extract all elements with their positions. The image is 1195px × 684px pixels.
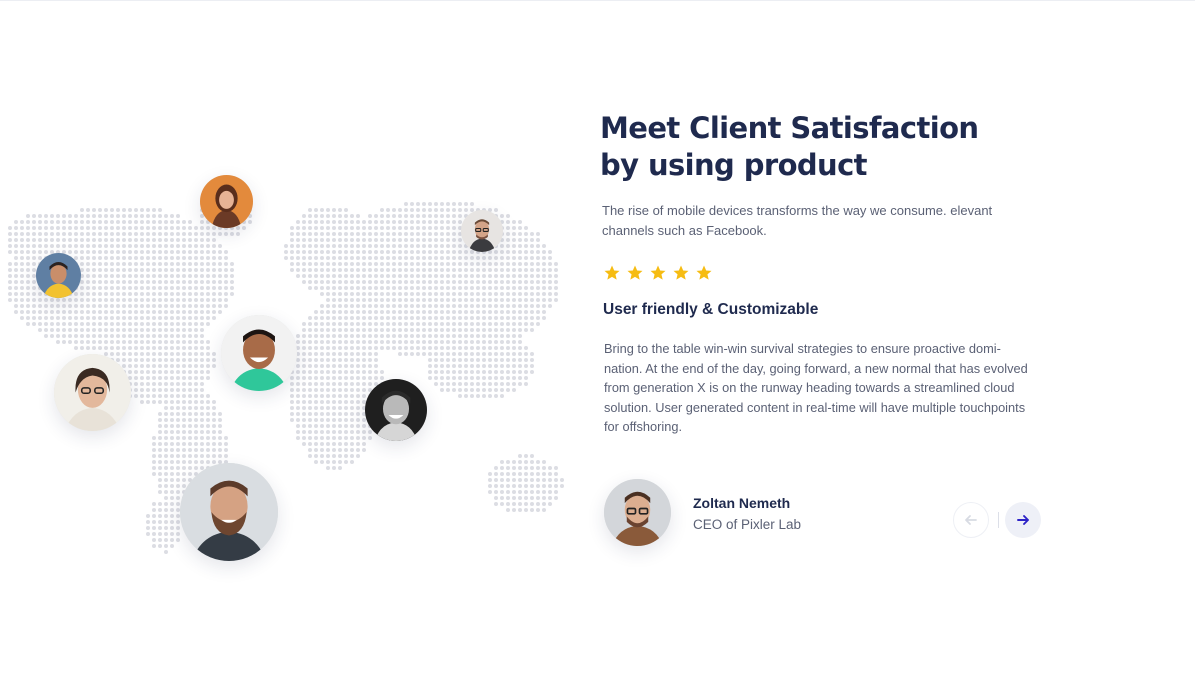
client-avatar-1 (200, 175, 253, 228)
arrow-left-icon (965, 515, 977, 525)
arrow-right-icon (1017, 515, 1029, 525)
top-divider (0, 0, 1195, 1)
star-icon (673, 265, 689, 280)
client-avatar-2 (461, 210, 503, 252)
client-avatar-6 (365, 379, 427, 441)
next-button[interactable] (1005, 502, 1041, 538)
star-icon (696, 265, 712, 280)
heading-line-2: by using product (600, 148, 868, 182)
heading-line-1: Meet Client Satisfaction (600, 111, 979, 145)
star-rating (603, 264, 713, 282)
author-avatar (604, 479, 671, 546)
prev-button[interactable] (953, 502, 989, 538)
review-title: User friendly & Customizable (603, 301, 819, 318)
star-icon (627, 265, 643, 280)
client-avatar-5 (54, 354, 131, 431)
client-avatar-7 (180, 463, 278, 561)
author-name: Zoltan Nemeth (693, 495, 791, 511)
star-icon (604, 265, 620, 280)
author-role: CEO of Pixler Lab (693, 517, 802, 532)
intro-text: The rise of mobile devices transforms th… (602, 203, 993, 238)
client-avatar-4 (221, 315, 297, 391)
star-icon (650, 265, 666, 280)
client-avatar-3 (36, 253, 81, 298)
nav-divider (998, 512, 999, 528)
review-body: Bring to the table win-win survival stra… (604, 341, 1028, 434)
section-heading: Meet Client Satisfaction by using produc… (600, 110, 1020, 184)
